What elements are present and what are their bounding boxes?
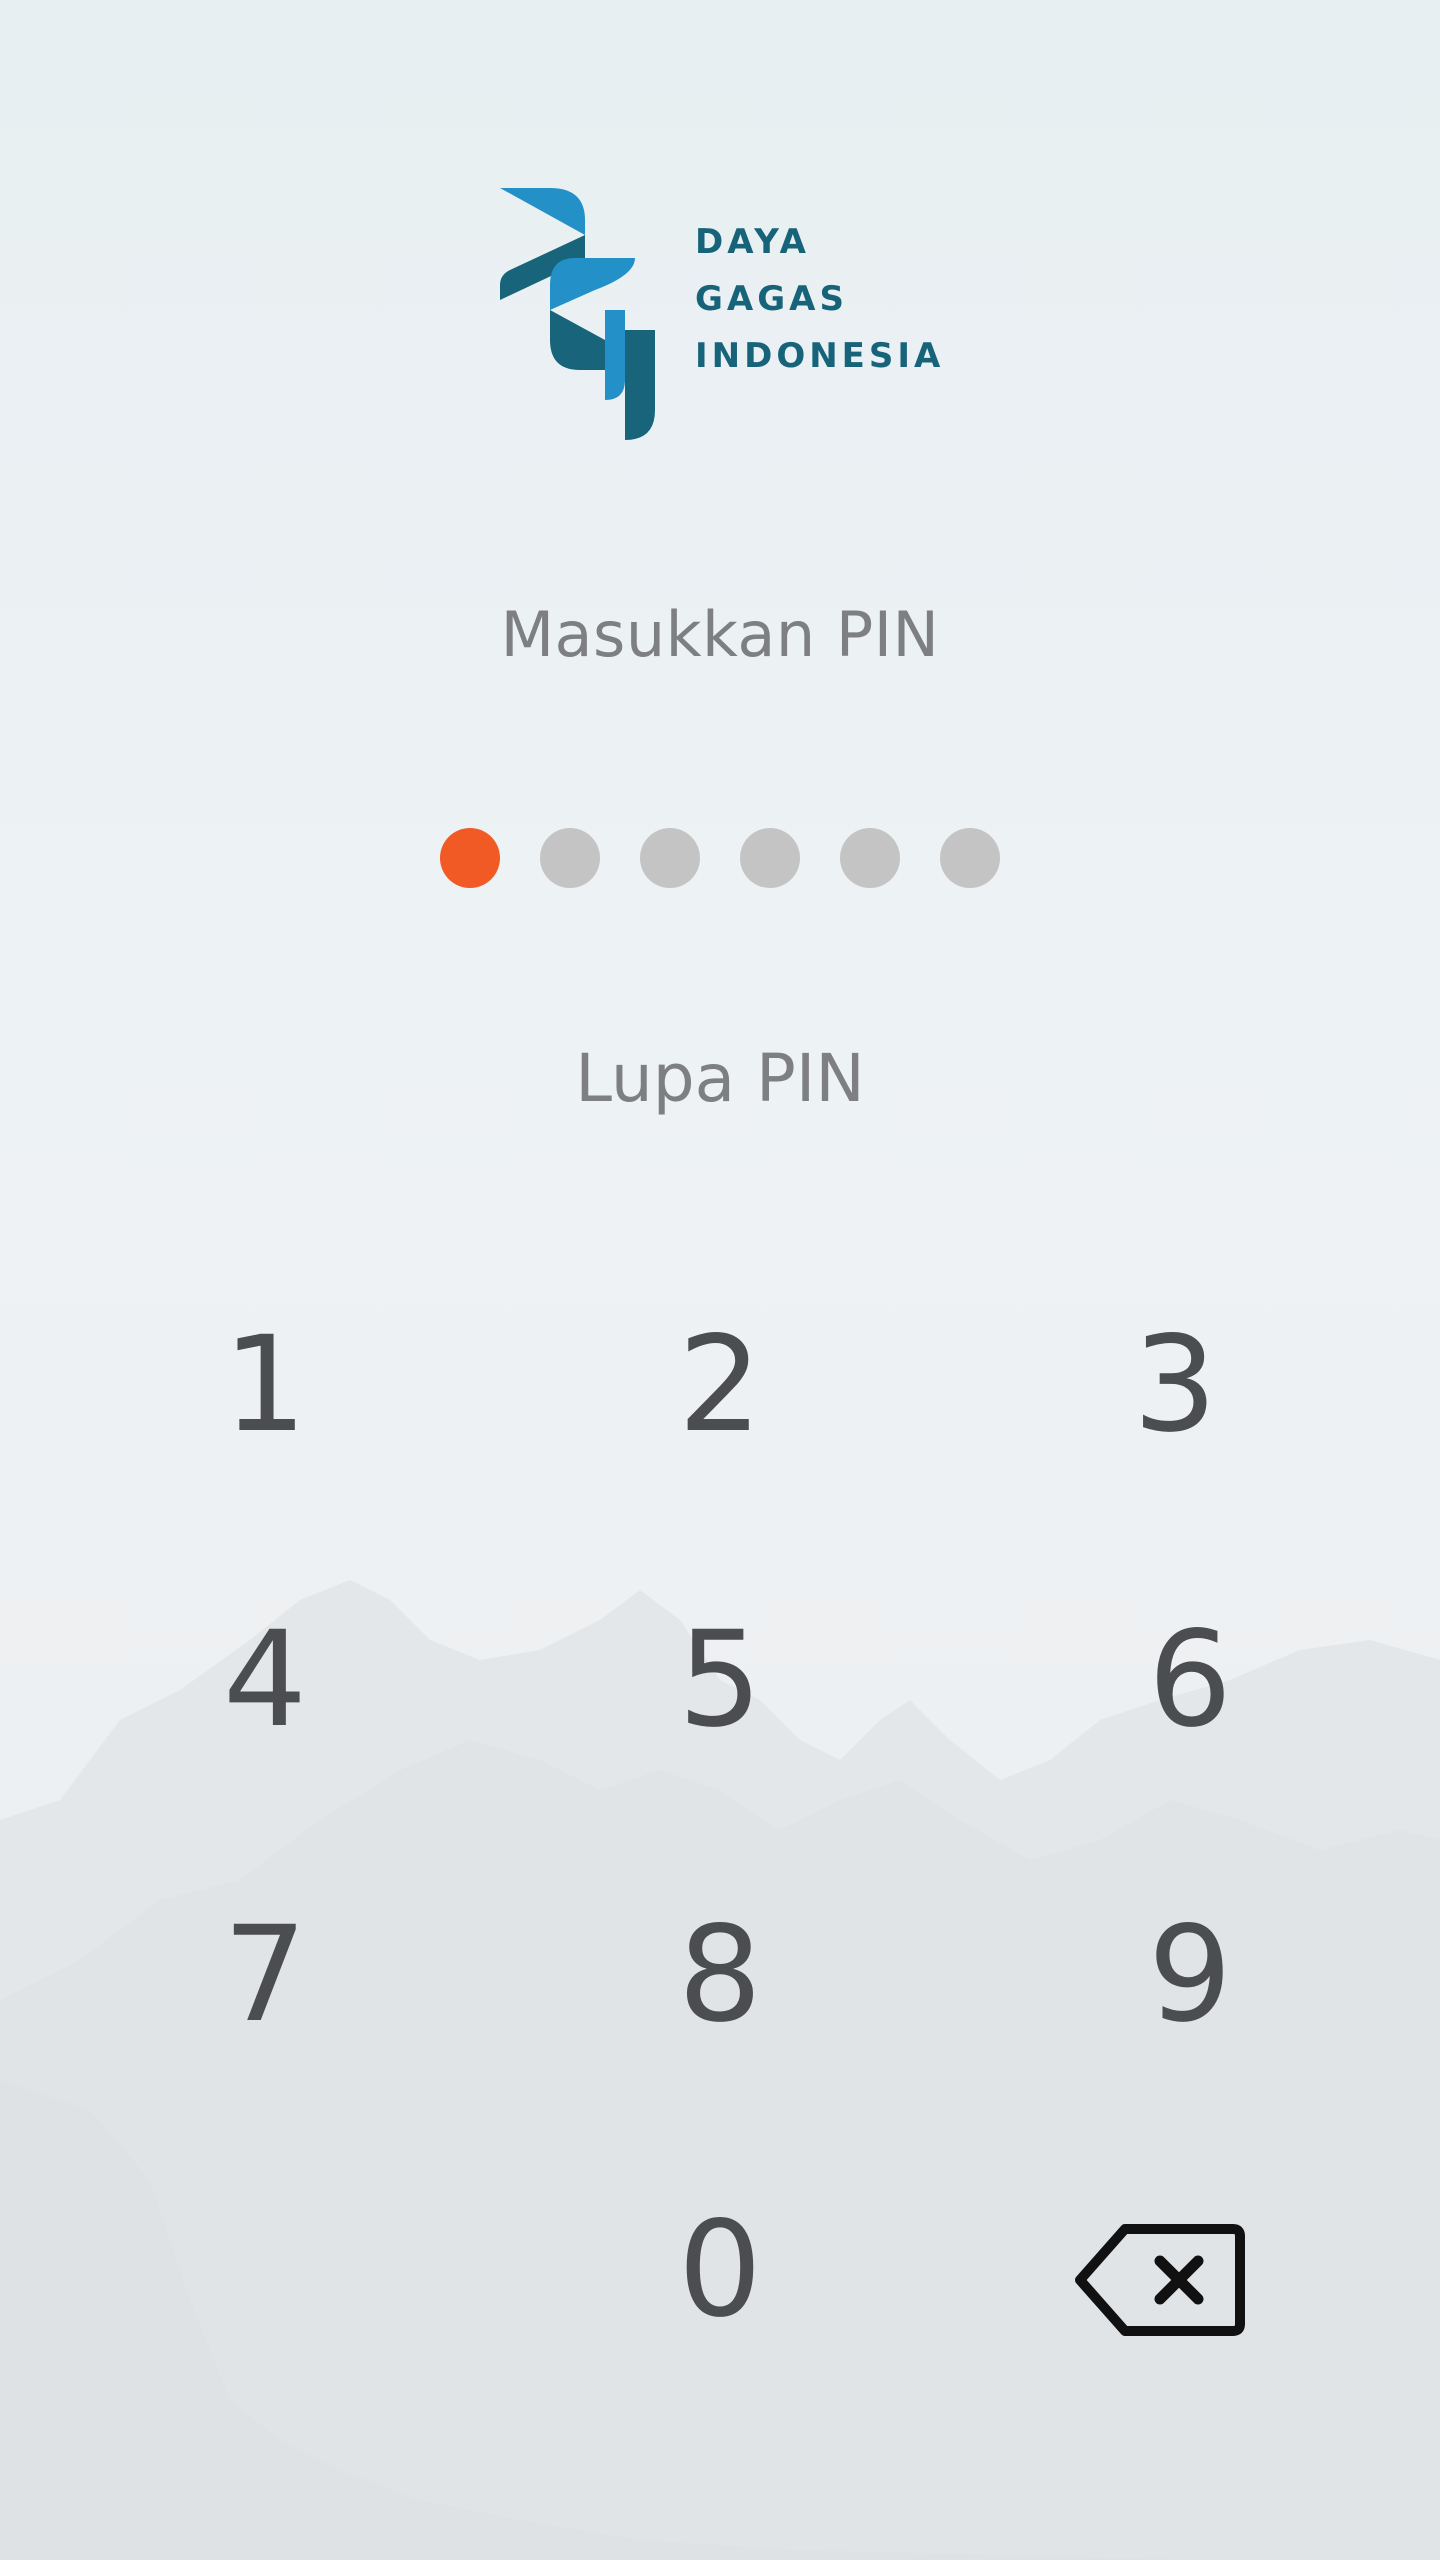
pin-dot-empty: [540, 828, 600, 888]
forgot-pin-link[interactable]: Lupa PIN: [0, 1040, 1440, 1117]
pin-indicator: [440, 828, 1000, 888]
keypad-key-2[interactable]: 2: [570, 1285, 870, 1485]
backspace-button[interactable]: [1035, 2180, 1285, 2380]
pin-dot-filled: [440, 828, 500, 888]
keypad-key-8[interactable]: 8: [570, 1875, 870, 2075]
backspace-icon: [1075, 2224, 1245, 2336]
logo-text: DAYA GAGAS INDONESIA: [695, 214, 944, 385]
keypad-key-5[interactable]: 5: [570, 1580, 870, 1780]
keypad-key-7[interactable]: 7: [115, 1875, 415, 2075]
logo-line-daya: DAYA: [695, 222, 810, 262]
pin-dot-empty: [740, 828, 800, 888]
keypad-key-6[interactable]: 6: [1040, 1580, 1340, 1780]
keypad-key-9[interactable]: 9: [1040, 1875, 1340, 2075]
pin-dot-empty: [640, 828, 700, 888]
keypad-key-0[interactable]: 0: [570, 2170, 870, 2370]
pin-prompt: Masukkan PIN: [500, 598, 940, 671]
logo-line-gagas: GAGAS: [695, 279, 848, 319]
dgi-logo-icon: [500, 188, 655, 440]
logo-line-indonesia: INDONESIA: [695, 336, 945, 376]
pin-dot-empty: [840, 828, 900, 888]
logo: DAYA GAGAS INDONESIA: [495, 180, 955, 450]
keypad-key-4[interactable]: 4: [115, 1580, 415, 1780]
keypad-key-1[interactable]: 1: [115, 1285, 415, 1485]
pin-dot-empty: [940, 828, 1000, 888]
keypad-key-3[interactable]: 3: [1025, 1285, 1325, 1485]
